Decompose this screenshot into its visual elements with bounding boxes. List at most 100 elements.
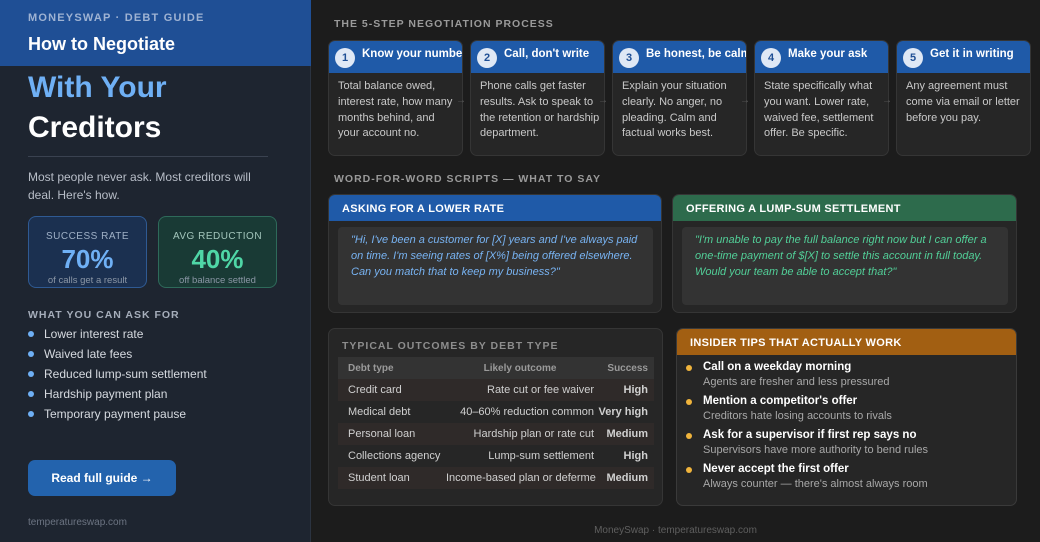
- outcomes-card: TYPICAL OUTCOMES BY DEBT TYPE Debt type …: [328, 328, 663, 506]
- success-cell: Very high: [598, 406, 648, 418]
- stat-card-success-rate: SUCCESS RATE 70% of calls get a result: [28, 216, 147, 288]
- column-header: Likely outcome: [446, 357, 596, 379]
- brand-kicker: MONEYSWAP · DEBT GUIDE: [28, 12, 205, 24]
- outcome-cell: Lump-sum settlement: [488, 450, 594, 462]
- bullet-dot-icon: [686, 467, 692, 473]
- step-body: Any agreement must come via email or let…: [906, 80, 1020, 124]
- list-item: Hardship payment plan: [28, 384, 207, 404]
- bullet-dot-icon: [686, 433, 692, 439]
- step-number-badge: 2: [477, 48, 497, 68]
- list-item-label: Reduced lump-sum settlement: [44, 367, 207, 381]
- step-title: Call, don't write: [504, 48, 590, 60]
- outcome-cell: Income-based plan or deferment: [446, 467, 596, 489]
- list-item-label: Hardship payment plan: [44, 387, 168, 401]
- outcome-cell: 40–60% reduction common: [460, 406, 594, 418]
- stat-caption: off balance settled: [179, 275, 256, 286]
- outcomes-heading: TYPICAL OUTCOMES BY DEBT TYPE: [342, 340, 559, 352]
- hero-line-1: With Your: [28, 71, 167, 104]
- step-card-2: 2 Call, don't write Phone calls get fast…: [470, 40, 605, 156]
- stat-value: 70%: [61, 244, 114, 274]
- bullet-dot-icon: [686, 365, 692, 371]
- ask-list: Lower interest rate Waived late fees Red…: [28, 324, 207, 424]
- debt-type-cell: Student loan: [338, 467, 446, 489]
- script-quote: "Hi, I've been a customer for [X] years …: [351, 234, 638, 278]
- arrow-right-icon: →: [882, 95, 892, 106]
- stat-value: 40%: [191, 244, 244, 274]
- step-number-badge: 4: [761, 48, 781, 68]
- tip-item: Ask for a supervisor if first rep says n…: [686, 429, 1006, 461]
- stat-card-avg-reduction: AVG REDUCTION 40% off balance settled: [158, 216, 277, 288]
- script-quote-box: "I'm unable to pay the full balance righ…: [682, 227, 1008, 305]
- table-row: Student loan Income-based plan or deferm…: [338, 467, 654, 489]
- list-item: Lower interest rate: [28, 324, 207, 344]
- script-quote-box: "Hi, I've been a customer for [X] years …: [338, 227, 653, 305]
- page-footer: MoneySwap · temperatureswap.com: [594, 525, 757, 536]
- step-body: Explain your situation clearly. No anger…: [622, 80, 727, 140]
- tip-title: Never accept the first offer: [703, 463, 849, 475]
- sidebar-header: [0, 0, 311, 66]
- tip-subtitle: Creditors hate losing accounts to rivals: [703, 410, 892, 422]
- stat-label: AVG REDUCTION: [172, 231, 263, 242]
- step-number-badge: 1: [335, 48, 355, 68]
- scripts-heading: WORD-FOR-WORD SCRIPTS — WHAT TO SAY: [334, 173, 601, 185]
- list-item-label: Temporary payment pause: [44, 407, 187, 421]
- tip-title: Mention a competitor's offer: [703, 395, 858, 407]
- process-heading: THE 5-STEP NEGOTIATION PROCESS: [334, 18, 554, 30]
- tip-subtitle: Always counter — there's almost always r…: [703, 478, 928, 490]
- tip-subtitle: Supervisors have more authority to bend …: [703, 444, 929, 456]
- outcome-cell: Hardship plan or rate cut: [446, 423, 596, 445]
- arrow-right-icon: →: [456, 95, 466, 106]
- main-content: THE 5-STEP NEGOTIATION PROCESS 1 Know yo…: [311, 0, 1040, 542]
- step-card-4: 4 Make your ask State specifically what …: [754, 40, 889, 156]
- step-title: Get it in writing: [930, 48, 1014, 60]
- sidebar: MONEYSWAP · DEBT GUIDE How to Negotiate …: [0, 0, 311, 542]
- tip-item: Mention a competitor's offer Creditors h…: [686, 395, 1006, 427]
- bullet-dot-icon: [28, 351, 34, 357]
- sidebar-footer-link[interactable]: temperatureswap.com: [28, 517, 127, 528]
- ask-heading: WHAT YOU CAN ASK FOR: [28, 309, 180, 321]
- bullet-dot-icon: [28, 371, 34, 377]
- list-item-label: Waived late fees: [44, 347, 133, 361]
- stat-caption: of calls get a result: [47, 275, 128, 286]
- step-body: Total balance owed, interest rate, how m…: [338, 80, 453, 140]
- step-body: State specifically what you want. Lower …: [764, 80, 874, 140]
- bullet-dot-icon: [28, 391, 34, 397]
- arrow-right-icon: →: [740, 95, 750, 106]
- list-item: Reduced lump-sum settlement: [28, 364, 207, 384]
- script-title: ASKING FOR A LOWER RATE: [342, 203, 505, 215]
- success-cell: Medium: [596, 423, 654, 445]
- step-number-badge: 5: [903, 48, 923, 68]
- list-item: Waived late fees: [28, 344, 207, 364]
- divider: [28, 156, 268, 157]
- table-header-row: Debt type Likely outcome Success: [338, 357, 654, 379]
- page: MONEYSWAP · DEBT GUIDE How to Negotiate …: [0, 0, 1040, 542]
- tip-item: Call on a weekday morning Agents are fre…: [686, 361, 1006, 393]
- list-item: Temporary payment pause: [28, 404, 207, 424]
- table-row: Personal loan Hardship plan or rate cut …: [338, 423, 654, 445]
- success-cell: Medium: [596, 467, 654, 489]
- hero-line-2: Creditors: [28, 111, 162, 144]
- table-row: Collections agency Lump-sum settlement H…: [338, 445, 654, 467]
- intro-text: Most people never ask. Most creditors wi…: [28, 170, 251, 202]
- script-title: OFFERING A LUMP-SUM SETTLEMENT: [686, 203, 901, 215]
- script-card-lower-rate: ASKING FOR A LOWER RATE "Hi, I've been a…: [328, 194, 662, 313]
- script-card-settlement: OFFERING A LUMP-SUM SETTLEMENT "I'm unab…: [672, 194, 1017, 313]
- bullet-dot-icon: [28, 411, 34, 417]
- column-header: Debt type: [338, 357, 446, 379]
- stat-label: SUCCESS RATE: [45, 231, 130, 242]
- tip-title: Call on a weekday morning: [703, 361, 852, 373]
- script-quote: "I'm unable to pay the full balance righ…: [695, 234, 987, 278]
- debt-type-cell: Collections agency: [348, 450, 441, 462]
- step-card-3: 3 Be honest, be calm Explain your situat…: [612, 40, 747, 156]
- step-number-badge: 3: [619, 48, 639, 68]
- success-cell: High: [623, 450, 648, 462]
- tip-item: Never accept the first offer Always coun…: [686, 463, 1006, 495]
- step-card-1: 1 Know your numbers Total balance owed, …: [328, 40, 463, 156]
- table-row: Medical debt 40–60% reduction common Ver…: [338, 401, 654, 423]
- outcomes-table: Debt type Likely outcome Success Credit …: [338, 357, 654, 489]
- debt-type-cell: Medical debt: [348, 406, 411, 418]
- tip-subtitle: Agents are fresher and less pressured: [703, 376, 890, 388]
- tips-card: INSIDER TIPS THAT ACTUALLY WORK Call on …: [676, 328, 1017, 506]
- read-full-guide-button[interactable]: Read full guide →: [28, 460, 176, 496]
- step-title: Know your numbers: [362, 48, 463, 60]
